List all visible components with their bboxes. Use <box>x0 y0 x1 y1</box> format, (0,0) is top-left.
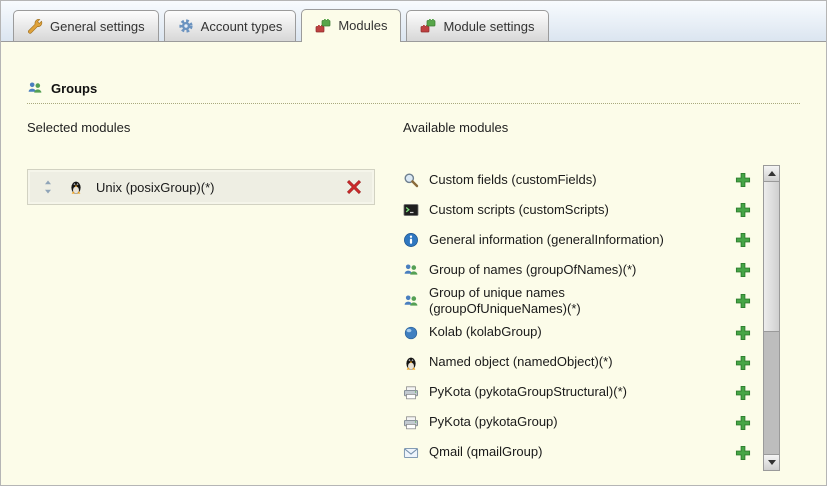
plus-icon <box>735 445 751 461</box>
modules-icon <box>315 18 331 34</box>
available-module-row: Kolab (kolabGroup) <box>403 318 751 348</box>
gear-icon <box>178 18 194 34</box>
content-area: Groups Selected modules Unix (posixGroup… <box>1 80 826 471</box>
group-icon <box>27 80 43 96</box>
add-module-button[interactable] <box>735 262 751 278</box>
add-module-button[interactable] <box>735 445 751 461</box>
available-module-row: General information (generalInformation) <box>403 225 751 255</box>
magnifier-icon <box>403 172 419 188</box>
tux-icon <box>68 179 84 195</box>
scroll-thumb[interactable] <box>764 182 779 332</box>
group-icon <box>403 262 419 278</box>
add-module-button[interactable] <box>735 293 751 309</box>
tab-general-settings[interactable]: General settings <box>13 10 159 41</box>
available-module-row: Group of unique names (groupOfUniqueName… <box>403 285 751 318</box>
wrench-icon <box>27 18 43 34</box>
plus-icon <box>735 385 751 401</box>
available-module-row: Named object (namedObject)(*) <box>403 348 751 378</box>
module-label: General information (generalInformation) <box>429 232 664 248</box>
tab-label: Module settings <box>443 19 534 34</box>
add-module-button[interactable] <box>735 385 751 401</box>
scroll-track[interactable] <box>764 182 779 454</box>
remove-module-button[interactable] <box>346 179 362 195</box>
printer-icon <box>403 415 419 431</box>
module-label: Named object (namedObject)(*) <box>429 354 613 370</box>
kolab-icon <box>403 325 419 341</box>
scroll-down-button[interactable] <box>764 454 779 470</box>
selected-module-row: Unix (posixGroup)(*) <box>30 172 372 202</box>
add-module-button[interactable] <box>735 232 751 248</box>
tab-bar: General settings Account types Modules Modu… <box>1 1 826 42</box>
sort-handle-icon[interactable] <box>40 179 56 195</box>
available-modules-column: Available modules Custom fields (customF… <box>403 120 800 471</box>
module-label: Kolab (kolabGroup) <box>429 324 542 340</box>
tab-account-types[interactable]: Account types <box>164 10 297 41</box>
printer-icon <box>403 385 419 401</box>
module-label: Unix (posixGroup)(*) <box>96 180 214 195</box>
plus-icon <box>735 262 751 278</box>
available-module-row: PyKota (pykotaGroupStructural)(*) <box>403 378 751 408</box>
add-module-button[interactable] <box>735 415 751 431</box>
add-module-button[interactable] <box>735 355 751 371</box>
scrollbar[interactable] <box>763 165 780 471</box>
plus-icon <box>735 202 751 218</box>
arrow-up-icon <box>768 171 776 176</box>
module-label: Group of unique names (groupOfUniqueName… <box>429 285 701 318</box>
delete-icon <box>346 179 362 195</box>
tab-label: Modules <box>338 18 387 33</box>
available-module-row: PyKota (pykotaGroup) <box>403 408 751 438</box>
available-module-row: Custom fields (customFields) <box>403 165 751 195</box>
available-module-row: Group of names (groupOfNames)(*) <box>403 255 751 285</box>
module-label: PyKota (pykotaGroupStructural)(*) <box>429 384 627 400</box>
selected-modules-column: Selected modules Unix (posixGroup)(*) <box>27 120 375 471</box>
module-label: PyKota (pykotaGroup) <box>429 414 558 430</box>
scroll-up-button[interactable] <box>764 166 779 182</box>
available-modules-area: Custom fields (customFields) Custom scrip… <box>403 165 800 471</box>
tab-module-settings[interactable]: Module settings <box>406 10 548 41</box>
plus-icon <box>735 355 751 371</box>
modules-columns: Selected modules Unix (posixGroup)(*) Av… <box>27 120 800 471</box>
modules-icon <box>420 18 436 34</box>
script-icon <box>403 202 419 218</box>
module-label: Custom scripts (customScripts) <box>429 202 609 218</box>
available-modules-list: Custom fields (customFields) Custom scrip… <box>403 165 751 471</box>
module-label: Qmail (qmailGroup) <box>429 444 542 460</box>
tab-label: General settings <box>50 19 145 34</box>
selected-modules-box: Unix (posixGroup)(*) <box>27 169 375 205</box>
module-label: Custom fields (customFields) <box>429 172 597 188</box>
arrow-down-icon <box>768 460 776 465</box>
add-module-button[interactable] <box>735 202 751 218</box>
plus-icon <box>735 172 751 188</box>
available-module-row: Qmail (qmailGroup) <box>403 438 751 468</box>
plus-icon <box>735 293 751 309</box>
tux-icon <box>403 355 419 371</box>
add-module-button[interactable] <box>735 325 751 341</box>
mail-icon <box>403 445 419 461</box>
tab-label: Account types <box>201 19 283 34</box>
available-modules-heading: Available modules <box>403 120 800 135</box>
info-icon <box>403 232 419 248</box>
available-module-row: Custom scripts (customScripts) <box>403 195 751 225</box>
plus-icon <box>735 415 751 431</box>
plus-icon <box>735 325 751 341</box>
plus-icon <box>735 232 751 248</box>
groups-section-header: Groups <box>27 80 800 104</box>
selected-modules-heading: Selected modules <box>27 120 375 135</box>
group-icon <box>403 293 419 309</box>
add-module-button[interactable] <box>735 172 751 188</box>
tab-modules[interactable]: Modules <box>301 9 401 42</box>
section-title: Groups <box>51 81 97 96</box>
lam-configuration-window: General settings Account types Modules Modu… <box>0 0 827 486</box>
module-label: Group of names (groupOfNames)(*) <box>429 262 636 278</box>
